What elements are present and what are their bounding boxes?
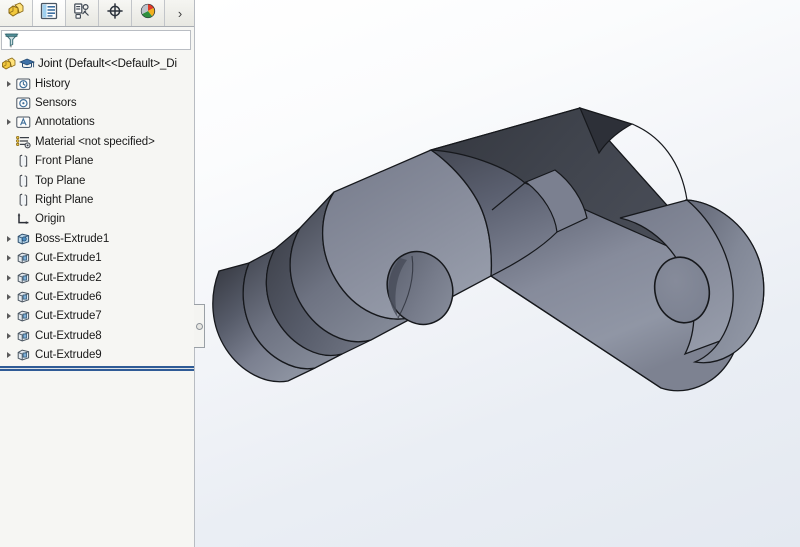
tree-item-list: History Sensors Annotations Material <not s… <box>0 74 194 365</box>
graphics-area[interactable] <box>195 0 800 547</box>
tree-item-label: Boss-Extrude1 <box>35 232 110 245</box>
expand-arrow-icon[interactable] <box>2 80 15 87</box>
tree-item-label: Cut-Extrude2 <box>35 271 102 284</box>
tree-filter-input[interactable] <box>19 34 182 45</box>
tree-item-label: Material <not specified> <box>35 135 155 148</box>
expand-arrow-icon[interactable] <box>2 255 15 262</box>
tab-display-manager[interactable] <box>132 0 165 26</box>
tree-item-sensors[interactable]: Sensors <box>0 93 194 112</box>
plane-icon <box>15 192 32 208</box>
cut-extrude-icon <box>15 347 32 363</box>
tab-property-manager[interactable] <box>66 0 99 26</box>
tree-filter-row <box>0 27 194 52</box>
part-feature-icon <box>7 2 25 24</box>
tree-item-origin[interactable]: Origin <box>0 210 194 229</box>
expand-arrow-icon[interactable] <box>2 274 15 281</box>
cut-extrude-icon <box>15 289 32 305</box>
tree-item-label: Front Plane <box>35 155 94 168</box>
tree-item-label: Cut-Extrude9 <box>35 349 102 362</box>
tree-item-label: Cut-Extrude1 <box>35 252 102 265</box>
tree-item-cut-extrude7[interactable]: Cut-Extrude7 <box>0 307 194 326</box>
tree-item-label: Annotations <box>35 116 95 129</box>
cut-extrude-icon <box>15 328 32 344</box>
tree-item-cut-extrude6[interactable]: Cut-Extrude6 <box>0 287 194 306</box>
plane-icon <box>15 153 32 169</box>
panel-splitter-handle[interactable] <box>194 304 205 348</box>
tree-item-label: Cut-Extrude8 <box>35 329 102 342</box>
filter-funnel-icon <box>4 32 19 48</box>
joint-solid-body[interactable] <box>212 107 765 392</box>
tree-item-cut-extrude2[interactable]: Cut-Extrude2 <box>0 268 194 287</box>
tree-item-label: Origin <box>35 213 66 226</box>
manager-tab-strip: › <box>0 0 194 27</box>
cut-extrude-icon <box>15 308 32 324</box>
plane-icon <box>15 173 32 189</box>
more-tabs-chevron-icon[interactable]: › <box>165 0 194 26</box>
tree-root-row[interactable]: Joint (Default<<Default>_Di <box>0 54 194 74</box>
rollback-bar[interactable] <box>0 366 194 371</box>
splitter-grip-dot-icon <box>195 322 203 330</box>
expand-arrow-icon[interactable] <box>2 235 15 242</box>
property-manager-icon <box>73 2 91 25</box>
expand-arrow-icon[interactable] <box>2 313 15 320</box>
tree-item-material-not-specified[interactable]: Material <not specified> <box>0 132 194 151</box>
joint-part-model[interactable] <box>195 0 800 547</box>
tree-filter-box[interactable] <box>1 29 191 50</box>
tree-item-boss-extrude1[interactable]: Boss-Extrude1 <box>0 229 194 248</box>
part-feature-icon <box>1 56 18 72</box>
tree-item-label: Cut-Extrude6 <box>35 290 102 303</box>
tree-item-label: History <box>35 77 71 90</box>
feature-tree-icon <box>40 2 58 25</box>
material-icon <box>15 134 32 150</box>
tree-item-front-plane[interactable]: Front Plane <box>0 152 194 171</box>
annotations-icon <box>15 114 32 130</box>
graduation-cap-icon <box>18 56 35 72</box>
tree-item-top-plane[interactable]: Top Plane <box>0 171 194 190</box>
cut-extrude-icon <box>15 250 32 266</box>
history-icon <box>15 76 32 92</box>
tree-item-label: Cut-Extrude7 <box>35 310 102 323</box>
expand-arrow-icon[interactable] <box>2 352 15 359</box>
tab-featuremanager-part[interactable] <box>0 0 33 26</box>
tab-configuration-manager[interactable] <box>99 0 132 26</box>
tab-featuremanager-tree[interactable] <box>33 0 66 26</box>
feature-manager-panel: › Joint (Default<<Default>_Di History Se… <box>0 0 195 547</box>
tree-item-label: Top Plane <box>35 174 86 187</box>
cut-extrude-icon <box>15 270 32 286</box>
tree-item-cut-extrude9[interactable]: Cut-Extrude9 <box>0 345 194 364</box>
expand-arrow-icon[interactable] <box>2 332 15 339</box>
tree-item-history[interactable]: History <box>0 74 194 93</box>
expand-arrow-icon[interactable] <box>2 293 15 300</box>
tree-item-annotations[interactable]: Annotations <box>0 113 194 132</box>
tree-item-cut-extrude8[interactable]: Cut-Extrude8 <box>0 326 194 345</box>
origin-icon <box>15 211 32 227</box>
tree-item-cut-extrude1[interactable]: Cut-Extrude1 <box>0 249 194 268</box>
tree-root-label: Joint (Default<<Default>_Di <box>38 58 177 70</box>
feature-tree: Joint (Default<<Default>_Di History Senso… <box>0 54 194 365</box>
configuration-manager-icon <box>106 2 124 25</box>
display-manager-icon <box>139 2 157 25</box>
tree-item-label: Right Plane <box>35 194 94 207</box>
tree-item-right-plane[interactable]: Right Plane <box>0 190 194 209</box>
tree-item-label: Sensors <box>35 97 77 110</box>
boss-extrude-icon <box>15 231 32 247</box>
sensors-icon <box>15 95 32 111</box>
solidworks-window: › Joint (Default<<Default>_Di History Se… <box>0 0 800 547</box>
expand-arrow-icon[interactable] <box>2 119 15 126</box>
